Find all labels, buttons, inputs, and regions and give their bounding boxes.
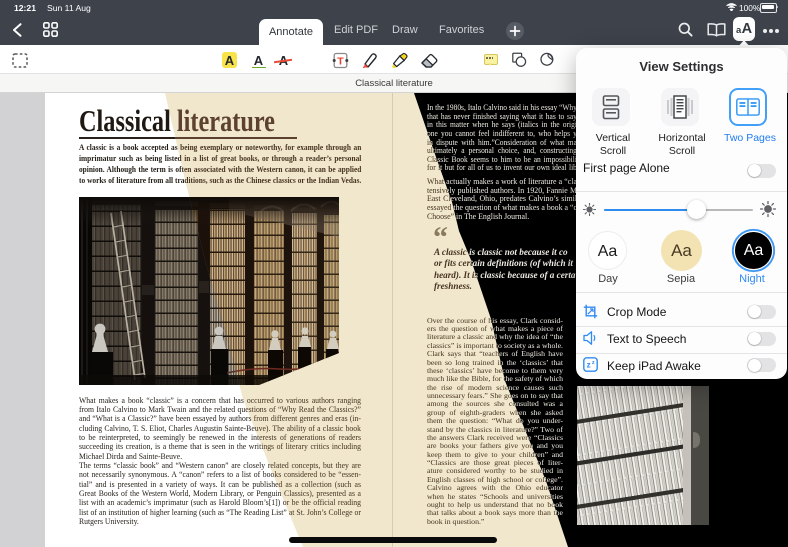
svg-text:T: T: [337, 56, 344, 68]
svg-text:z: z: [592, 360, 595, 366]
svg-text:z: z: [587, 361, 591, 370]
